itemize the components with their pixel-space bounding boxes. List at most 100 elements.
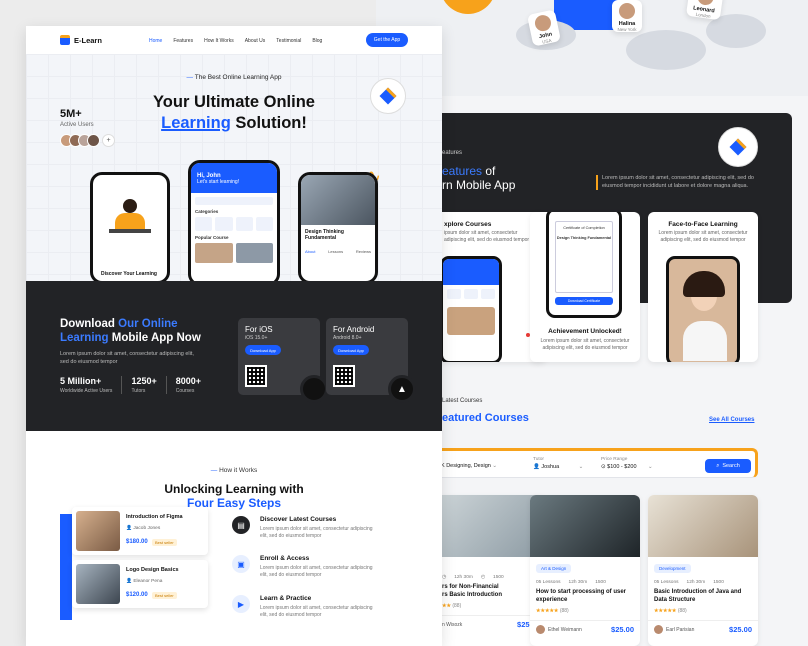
see-all-courses-link[interactable]: See All Courses — [709, 417, 754, 423]
course-image — [530, 495, 640, 557]
course-image — [76, 564, 120, 604]
course-filter-bar: K Designing, Design ⌄ Tutor 👤 Joshua ⌄ P… — [436, 448, 758, 478]
learning-app-badge — [718, 127, 758, 167]
feature-card-desc: Lorem ipsum dolor sit amet, consectetur … — [658, 230, 748, 243]
hero-eyebrow-text: The Best Online Learning App — [194, 74, 282, 81]
avatar — [619, 3, 635, 19]
price-range-filter[interactable]: Price Range ⊙ $100 - $200 ⌄ — [601, 457, 653, 470]
phone-header — [443, 259, 499, 285]
tutor-filter[interactable]: Tutor 👤 Joshua ⌄ — [533, 457, 583, 470]
course-footer: Ethel Weimann $25.00 — [530, 620, 640, 638]
course-hours: 12h 30m — [686, 580, 706, 585]
red-dot — [526, 333, 530, 337]
download-section: Download Our Online Learning Mobile App … — [26, 281, 442, 431]
plus-icon: + — [102, 134, 115, 147]
desk — [109, 229, 151, 233]
course-rating: ★★★★★ (88) — [530, 606, 640, 616]
phone-tab-lessons[interactable]: Lessons — [328, 249, 343, 254]
phone-tab-reviews[interactable]: Reviews — [356, 249, 371, 254]
stat-label: Courses — [175, 388, 195, 394]
nav-link-testimonial[interactable]: Testimonial — [276, 38, 301, 44]
featured-courses-title: eatured Courses — [442, 412, 529, 424]
avatar — [87, 134, 100, 147]
students-icon: ◴ — [480, 575, 486, 580]
step-title: Discover Latest Courses — [260, 516, 337, 523]
user-icon: 👤 — [533, 464, 540, 470]
phone-body: Categories Popular Course — [191, 193, 277, 267]
ios-download-card: For iOS iOS 15.0+ Download App — [238, 318, 328, 403]
price-filter-label: Price Range — [601, 457, 628, 462]
features-title: eatures of rn Mobile App — [442, 164, 515, 192]
feature-card-title: Face-to-Face Learning — [668, 221, 738, 228]
course-category-tag: Development — [654, 564, 691, 573]
instructor-name: Jacob Jones — [133, 526, 161, 531]
nav-link-how-it-works[interactable]: How It Works — [204, 38, 234, 44]
brand-logo[interactable]: E-Learn — [60, 35, 102, 45]
android-download-button[interactable]: Download App — [333, 345, 369, 355]
lock-icon: ▣ — [232, 555, 250, 573]
step-desc: Lorem ipsum dolor sit amet, consectetur … — [260, 565, 373, 578]
nav-link-features[interactable]: Features — [173, 38, 193, 44]
download-title-part: Mobile App Now — [108, 332, 201, 344]
landing-page-preview: E-Learn Home Features How It Works About… — [26, 26, 442, 646]
download-description: Lorem ipsum dolor sit amet, consectetur … — [60, 351, 194, 365]
mini-course-price: $120.00 — [126, 592, 148, 598]
category-filter[interactable]: K Designing, Design ⌄ — [441, 461, 497, 469]
download-certificate-button[interactable]: Download Certificate — [555, 297, 613, 305]
instructor-name: Ethel Weimann — [548, 626, 582, 633]
course-price: $25.00 — [729, 625, 752, 634]
step-title: Enroll & Access — [260, 555, 310, 562]
search-button[interactable]: ⌕ Search — [705, 459, 751, 473]
dash-icon: — — [210, 467, 220, 474]
course-title: Basic Introduction of Java and Data Stru… — [654, 589, 742, 603]
course-instructor: Earl Parisian — [654, 625, 694, 634]
stat-item: 1250+ Tutors — [131, 376, 167, 394]
ios-download-button[interactable]: Download App — [245, 345, 281, 355]
mini-course-card[interactable]: Introduction of Figma 👤 Jacob Jones $180… — [72, 507, 208, 555]
mini-course-card[interactable]: Logo Design Basics 👤 Eleanor Pena $120.0… — [72, 560, 208, 608]
features-title-part: rn Mobile App — [442, 178, 516, 192]
nav-link-about-us[interactable]: About Us — [245, 38, 266, 44]
star-icons: ★★★★★ — [536, 608, 559, 614]
active-users-label: Active Users — [60, 122, 94, 128]
get-the-app-button[interactable]: Get the App — [366, 33, 408, 47]
course-students: 1500 — [595, 580, 606, 585]
course-lessons: 05 Lessons — [536, 580, 561, 585]
course-rating: ★★★★★ (88) — [648, 606, 758, 616]
ios-title: For iOS — [245, 325, 273, 334]
stat-value: 8000+ — [175, 376, 201, 386]
mini-course-title: Logo Design Basics — [126, 567, 179, 573]
map-user-card: Halina New York — [612, 0, 642, 32]
person-body — [683, 321, 727, 361]
mini-course-instructor: 👤 Jacob Jones — [126, 526, 160, 531]
course-card[interactable]: Development 05 Lessons 12h 30m 1500 Basic … — [648, 495, 758, 646]
phone-popular-label: Popular Course — [195, 235, 229, 240]
course-card[interactable]: Art & Design 05 Lessons 12h 30m 1500 How t… — [530, 495, 640, 646]
best-seller-tag: Best seller — [152, 539, 177, 546]
stat-value: 5 Million+ — [60, 376, 102, 386]
how-title-line1: Unlocking Learning with — [164, 482, 304, 496]
video-icon: ▶ — [232, 595, 250, 613]
phone-tab-about[interactable]: About — [305, 249, 315, 254]
course-video — [301, 175, 375, 225]
decor-orange-shape — [440, 0, 496, 14]
review-count: (88) — [559, 608, 569, 614]
hero-section: — The Best Online Learning App Your Ulti… — [26, 54, 442, 281]
course-instructor: Ethel Weimann — [536, 625, 582, 634]
course-instructor: n Wisozk — [442, 622, 462, 628]
course-title: How to start processing of user experien… — [536, 589, 627, 603]
phone-search — [195, 197, 273, 205]
phone-header: Hi, John Let's start learning! — [191, 163, 277, 193]
avatar — [696, 0, 715, 7]
latest-eyebrow: Latest Courses — [442, 398, 483, 404]
step-desc: Lorem ipsum dolor sit amet, consectetur … — [260, 605, 373, 618]
nav-link-home[interactable]: Home — [149, 38, 162, 44]
person-head — [123, 199, 137, 213]
phone-caption: Discover Your Learning — [101, 271, 157, 277]
course-footer: Earl Parisian $25.00 — [648, 620, 758, 638]
android-download-card: For Android Android 8.0+ Download App ▲ — [326, 318, 416, 403]
download-title-highlight: Our Online — [118, 318, 178, 330]
mini-course-title: Introduction of Figma — [126, 514, 183, 520]
phone-mockup — [440, 256, 502, 362]
nav-link-blog[interactable]: Blog — [312, 38, 322, 44]
